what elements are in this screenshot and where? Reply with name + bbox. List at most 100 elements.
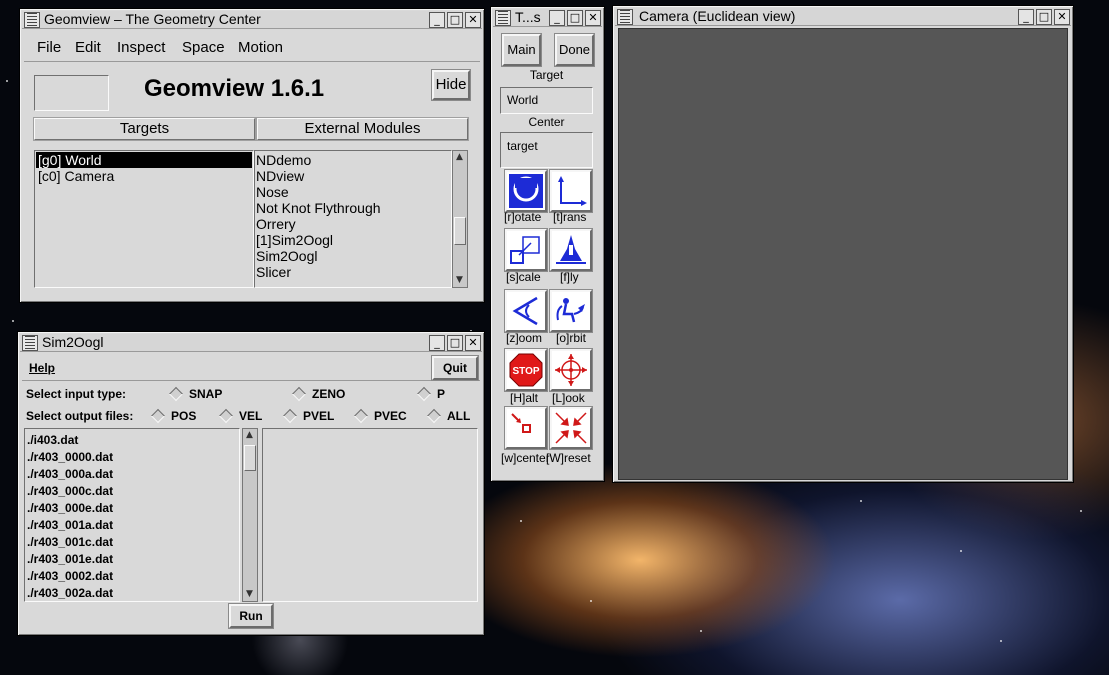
look-icon — [555, 354, 587, 386]
scroll-down-icon[interactable]: ▼ — [244, 589, 255, 600]
tools-titlebar[interactable]: T...s _ □ ✕ — [493, 9, 602, 27]
orbit-button[interactable] — [550, 290, 592, 332]
vel-checkbox[interactable] — [218, 408, 234, 424]
quit-button[interactable]: Quit — [432, 356, 478, 380]
pvel-checkbox[interactable] — [282, 408, 298, 424]
file-item[interactable]: ./r403_000a.dat — [27, 465, 113, 483]
module-item[interactable]: [1]Sim2Oogl — [256, 232, 446, 248]
p-radio[interactable] — [416, 386, 432, 402]
look-label: [L]ook — [552, 391, 585, 405]
file-item[interactable]: ./r403_002a.dat — [27, 584, 114, 601]
center-button[interactable] — [505, 407, 547, 449]
module-item[interactable]: Slicer — [256, 264, 446, 280]
pos-checkbox[interactable] — [150, 408, 166, 424]
sim2oogl-menubar: Help Quit — [22, 354, 480, 381]
maximize-icon[interactable]: □ — [567, 10, 583, 26]
camera-titlebar[interactable]: Camera (Euclidean view) _ □ ✕ — [615, 8, 1071, 26]
window-menu-icon[interactable] — [24, 12, 40, 28]
file-name: ./r403_002a.dat — [27, 586, 114, 600]
run-button[interactable]: Run — [229, 604, 273, 628]
file-name: ./r403_000e.dat — [27, 501, 114, 515]
module-item[interactable]: Orrery — [256, 216, 446, 232]
scale-button[interactable] — [505, 229, 547, 271]
orbit-icon — [556, 298, 585, 323]
targets-list[interactable]: [g0] World [c0] Camera — [34, 150, 254, 288]
file-item[interactable]: ./r403_000c.dat — [27, 482, 113, 500]
file-name: ./r403_0002.dat — [27, 569, 114, 583]
file-list[interactable]: ./i403.dat ./r403_0000.dat ./r403_000a.d… — [24, 428, 240, 602]
help-menu[interactable]: Help — [29, 361, 55, 375]
module-item[interactable]: Sim2Oogl — [256, 248, 446, 264]
hide-button[interactable]: Hide — [432, 70, 470, 100]
maximize-icon[interactable]: □ — [447, 12, 463, 28]
close-icon[interactable]: ✕ — [465, 12, 481, 28]
scroll-up-icon[interactable]: ▲ — [454, 152, 465, 163]
menu-edit[interactable]: Edit — [75, 39, 101, 56]
run-button-label: Run — [239, 609, 263, 623]
rotate-button[interactable] — [505, 170, 547, 212]
translate-button[interactable] — [550, 170, 592, 212]
all-checkbox[interactable] — [426, 408, 442, 424]
menu-space[interactable]: Space — [182, 39, 225, 56]
scroll-down-icon[interactable]: ▼ — [454, 275, 465, 286]
maximize-icon[interactable]: □ — [447, 335, 463, 351]
module-label: Not Knot Flythrough — [256, 200, 381, 216]
target-field[interactable]: World — [500, 87, 593, 114]
menu-file[interactable]: File — [37, 39, 61, 56]
done-button[interactable]: Done — [555, 34, 594, 66]
reset-icon — [555, 412, 587, 444]
close-icon[interactable]: ✕ — [1054, 9, 1070, 25]
targets-list-item[interactable]: [g0] World — [36, 152, 252, 168]
file-item[interactable]: ./r403_000e.dat — [27, 499, 113, 517]
module-item[interactable]: NDdemo — [256, 152, 446, 168]
zoom-button[interactable] — [505, 290, 547, 332]
reset-button[interactable] — [550, 407, 592, 449]
file-item[interactable]: ./r403_001a.dat — [27, 516, 113, 534]
target-field-value: World — [507, 93, 539, 107]
file-item[interactable]: ./r403_0000.dat — [27, 448, 113, 466]
modules-scrollbar[interactable]: ▲ ▼ — [452, 150, 468, 288]
module-item[interactable]: Nose — [256, 184, 446, 200]
file-item[interactable]: ./i403.dat — [27, 431, 78, 449]
menu-edit-label: Edit — [75, 39, 101, 56]
close-icon[interactable]: ✕ — [465, 335, 481, 351]
minimize-icon[interactable]: _ — [549, 10, 565, 26]
scroll-up-icon[interactable]: ▲ — [244, 430, 255, 441]
modules-list[interactable]: NDdemo NDview Nose Not Knot Flythrough O… — [254, 150, 452, 288]
file-list-scrollbar[interactable]: ▲ ▼ — [242, 428, 258, 602]
camera-viewport[interactable] — [618, 28, 1068, 480]
look-button[interactable] — [550, 349, 592, 391]
main-button[interactable]: Main — [502, 34, 541, 66]
pvec-checkbox[interactable] — [353, 408, 369, 424]
window-menu-icon[interactable] — [617, 9, 633, 25]
minimize-icon[interactable]: _ — [429, 12, 445, 28]
center-field[interactable]: target — [500, 132, 593, 168]
menu-motion[interactable]: Motion — [238, 39, 283, 56]
file-item[interactable]: ./r403_001e.dat — [27, 550, 113, 568]
maximize-icon[interactable]: □ — [1036, 9, 1052, 25]
module-label: NDview — [256, 168, 305, 184]
menu-inspect[interactable]: Inspect — [117, 39, 165, 56]
minimize-icon[interactable]: _ — [429, 335, 445, 351]
fly-button[interactable] — [550, 229, 592, 271]
halt-button[interactable]: STOP — [505, 349, 547, 391]
target-label: [c0] Camera — [38, 168, 115, 184]
minimize-icon[interactable]: _ — [1018, 9, 1034, 25]
scrollbar-thumb[interactable] — [244, 445, 256, 471]
module-item[interactable]: NDview — [256, 168, 446, 184]
stop-icon: STOP — [509, 353, 543, 387]
targets-list-item[interactable]: [c0] Camera — [36, 168, 252, 184]
snap-radio[interactable] — [168, 386, 184, 402]
file-item[interactable]: ./r403_001c.dat — [27, 533, 113, 551]
selected-files-list[interactable] — [262, 428, 478, 602]
sim2oogl-titlebar[interactable]: Sim2Oogl _ □ ✕ — [20, 334, 482, 352]
scrollbar-thumb[interactable] — [454, 217, 466, 245]
menu-file-label: File — [37, 39, 62, 56]
file-item[interactable]: ./r403_0002.dat — [27, 567, 113, 585]
close-icon[interactable]: ✕ — [585, 10, 601, 26]
window-menu-icon[interactable] — [495, 10, 511, 26]
geomview-titlebar[interactable]: Geomview – The Geometry Center _ □ ✕ — [22, 11, 482, 29]
zeno-radio[interactable] — [291, 386, 307, 402]
window-menu-icon[interactable] — [22, 335, 38, 351]
module-item[interactable]: Not Knot Flythrough — [256, 200, 446, 216]
